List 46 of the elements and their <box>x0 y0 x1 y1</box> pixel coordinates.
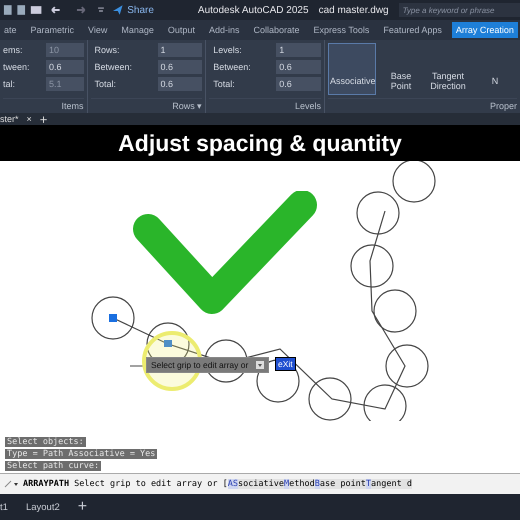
field-label: Between: <box>212 62 252 72</box>
ribbon-tab[interactable]: Add-ins <box>204 22 244 38</box>
field-label: Levels: <box>212 45 243 55</box>
tooltip-text: Select grip to edit array or <box>151 360 248 370</box>
field-label: Total: <box>212 79 236 89</box>
share-icon <box>112 4 124 16</box>
property-button[interactable]: Tangent Direction <box>426 43 470 95</box>
ribbon-tab[interactable]: Manage <box>117 22 158 38</box>
field-label: Rows: <box>94 45 121 55</box>
search-field[interactable]: Type a keyword or phrase <box>398 3 520 17</box>
dynamic-input-field[interactable]: eXit <box>275 357 296 371</box>
field-label: Between: <box>94 62 134 72</box>
ribbon-tab[interactable]: View <box>84 22 112 38</box>
input-field[interactable]: 1 <box>276 43 321 57</box>
layout-tab[interactable]: t1 <box>0 502 8 512</box>
file-name: cad master.dwg <box>318 4 389 16</box>
field-label: Total: <box>94 79 118 89</box>
close-button[interactable]: × <box>26 114 32 124</box>
input-field[interactable]: 0.6 <box>46 60 84 74</box>
property-button[interactable]: Base Point <box>378 43 423 95</box>
input-field[interactable]: 0.6 <box>276 60 321 74</box>
caption-banner: Adjust spacing & quantity <box>0 125 520 161</box>
property-button[interactable]: Associative <box>328 43 376 95</box>
document-tab[interactable]: ster* <box>0 114 19 124</box>
layout-tab[interactable]: Layout2 <box>26 502 60 512</box>
input-field[interactable]: 0.6 <box>276 77 321 91</box>
field-label: tween: <box>3 62 31 72</box>
layout-tab[interactable]: + <box>78 498 88 516</box>
ribbon-tab[interactable]: Featured Apps <box>379 22 446 38</box>
ribbon-tab[interactable]: Array Creation <box>452 22 518 38</box>
command-icon[interactable] <box>4 479 20 489</box>
add-tab-button[interactable]: + <box>40 112 48 126</box>
dropdown-icon[interactable] <box>256 361 264 369</box>
property-button[interactable]: N <box>472 43 517 95</box>
app-title: Autodesk AutoCAD 2025 <box>198 4 309 16</box>
field-label: ems: <box>3 45 24 55</box>
input-field[interactable]: 0.6 <box>158 60 202 74</box>
ribbon-tab[interactable]: Collaborate <box>249 22 304 38</box>
share-button[interactable]: Share <box>127 4 154 16</box>
ribbon-tab[interactable]: Output <box>164 22 199 38</box>
ribbon-tab[interactable]: ate <box>0 22 21 38</box>
ribbon-tab[interactable]: Parametric <box>26 22 78 38</box>
field-label: tal: <box>3 79 16 89</box>
ribbon-tab[interactable]: Express Tools <box>310 22 374 38</box>
input-field[interactable]: 0.6 <box>158 77 202 91</box>
input-field[interactable]: 1 <box>158 43 202 57</box>
